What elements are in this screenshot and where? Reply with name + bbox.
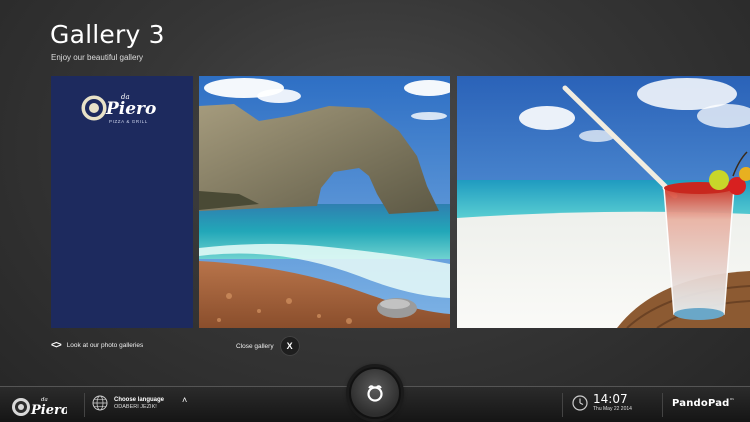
left-right-arrows-icon: <> <box>51 340 62 351</box>
time-display: 14:07 <box>593 392 628 406</box>
clock-widget: 14:07 Thu May 22 2014 <box>572 393 632 412</box>
divider <box>662 393 663 417</box>
pandopad-brand: PandoPad™ <box>672 398 735 409</box>
close-gallery-label: Close gallery <box>236 342 274 350</box>
language-title: Choose language <box>114 396 165 403</box>
clock-icon <box>572 394 588 411</box>
date-display: Thu May 22 2014 <box>593 406 632 412</box>
bottom-logo[interactable]: da Piero <box>11 394 70 418</box>
logo-tagline: PIZZA & GRILL <box>109 119 148 124</box>
rock-arch-beach-photo[interactable] <box>199 76 450 328</box>
page-subtitle: Enjoy our beautiful gallery <box>51 53 144 62</box>
brand-name: PandoPad <box>672 398 730 409</box>
divider <box>84 393 85 417</box>
tropical-beach-cocktail-photo[interactable] <box>457 76 750 328</box>
chevron-up-icon[interactable]: ˄ <box>182 395 187 405</box>
brand-trademark: ™ <box>729 398 735 404</box>
logo-name: Piero <box>105 99 156 119</box>
restaurant-logo-tile[interactable]: da Piero PIZZA & GRILL <box>51 76 193 328</box>
photo-galleries-label: Look at our photo galleries <box>66 342 144 349</box>
page-title: Gallery 3 <box>50 20 165 49</box>
bottom-logo-name: Piero <box>30 403 67 418</box>
close-icon: X <box>279 336 300 356</box>
divider <box>562 393 563 417</box>
language-subtitle: ODABERI JEZIK! <box>114 403 157 410</box>
home-button[interactable] <box>349 367 401 419</box>
close-gallery-button[interactable]: Close gallery X <box>236 336 300 356</box>
pandopad-home-icon <box>367 385 383 402</box>
globe-icon <box>92 395 108 411</box>
da-piero-logo: da Piero PIZZA & GRILL <box>79 90 169 130</box>
photo-galleries-link[interactable]: <> Look at our photo galleries <box>51 340 143 351</box>
language-selector[interactable]: Choose language ODABERI JEZIK! <box>92 395 164 411</box>
